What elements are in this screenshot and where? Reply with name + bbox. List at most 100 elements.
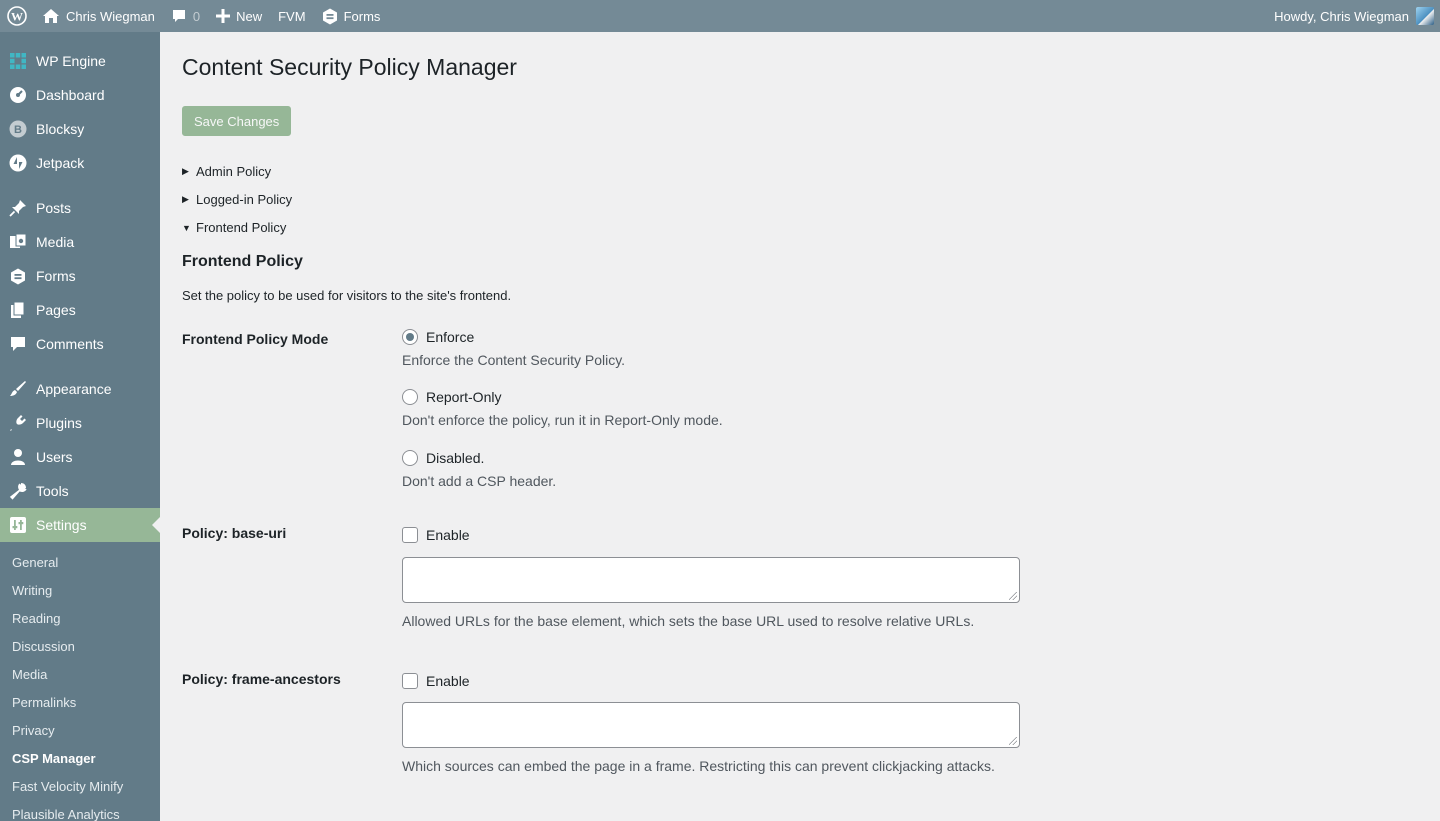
logged-in-policy-toggle[interactable]: ▶ Logged-in Policy (182, 186, 1440, 214)
sidebar-item-users[interactable]: Users (0, 440, 160, 474)
site-name-link[interactable]: Chris Wiegman (34, 0, 163, 32)
policy-base-uri-row: Policy: base-uri Enable Allowed URLs for… (182, 525, 1440, 629)
sidebar-item-posts[interactable]: Posts (0, 191, 160, 225)
svg-text:W: W (11, 10, 23, 24)
sidebar-item-label: Jetpack (36, 155, 85, 171)
forms-icon (322, 8, 338, 25)
sidebar-item-wp-engine[interactable]: WP Engine (0, 44, 160, 78)
sidebar-item-label: Media (36, 234, 75, 250)
admin-policy-toggle[interactable]: ▶ Admin Policy (182, 158, 1440, 186)
base-uri-enable[interactable]: Enable (402, 525, 1022, 545)
fvm-link[interactable]: FVM (270, 0, 313, 32)
submenu-item-writing[interactable]: Writing (0, 577, 160, 605)
sidebar-item-dashboard[interactable]: Dashboard (0, 78, 160, 112)
new-content-link[interactable]: New (208, 0, 270, 32)
wrench-icon (9, 482, 27, 500)
comment-bubble-icon (171, 8, 187, 24)
frame-ancestors-enable[interactable]: Enable (402, 671, 1022, 691)
settings-icon (9, 516, 27, 534)
summary-label: Admin Policy (196, 164, 272, 180)
summary-label: Logged-in Policy (196, 192, 293, 208)
pin-icon (9, 199, 27, 217)
sidebar-item-label: Appearance (36, 381, 112, 397)
submenu-item-permalinks[interactable]: Permalinks (0, 689, 160, 717)
submenu-item-discussion[interactable]: Discussion (0, 633, 160, 661)
sidebar-item-label: Comments (36, 336, 104, 352)
radio-label: Report-Only (426, 388, 502, 405)
admin-sidebar: WP Engine Dashboard B Blocksy Jetpack Po… (0, 32, 160, 821)
comment-icon (9, 335, 27, 353)
radio-option-report-only[interactable]: Report-Only (402, 387, 1022, 407)
forms-link[interactable]: Forms (314, 0, 389, 32)
submenu-item-general[interactable]: General (0, 549, 160, 577)
forms-icon (9, 267, 27, 285)
media-icon (9, 233, 27, 251)
sidebar-item-blocksy[interactable]: B Blocksy (0, 112, 160, 146)
sidebar-item-comments[interactable]: Comments (0, 327, 160, 361)
submenu-item-privacy[interactable]: Privacy (0, 717, 160, 745)
frame-ancestors-label: Policy: frame-ancestors (182, 670, 341, 687)
brush-icon (9, 380, 27, 398)
settings-submenu: General Writing Reading Discussion Media… (0, 542, 160, 821)
radio-label: Enforce (426, 328, 475, 345)
base-uri-description: Allowed URLs for the base element, which… (402, 612, 975, 629)
radio-description: Don't enforce the policy, run it in Repo… (402, 411, 723, 428)
frontend-policy-toggle[interactable]: ▼ Frontend Policy (182, 214, 1440, 242)
mode-label: Frontend Policy Mode (182, 330, 329, 347)
radio-button[interactable] (402, 328, 418, 345)
wordpress-icon: W (7, 6, 27, 26)
radio-option-enforce[interactable]: Enforce (402, 327, 1022, 347)
save-changes-button[interactable]: Save Changes (182, 105, 292, 136)
resize-handle[interactable] (1009, 591, 1017, 600)
pages-icon (9, 301, 27, 319)
radio-button[interactable] (402, 388, 418, 405)
base-uri-field: Enable Allowed URLs for the base element… (402, 525, 1022, 629)
triangle-right-icon: ▶ (182, 194, 189, 205)
forms-label: Forms (343, 8, 381, 24)
triangle-down-icon: ▼ (182, 222, 191, 233)
submenu-item-plausible-analytics[interactable]: Plausible Analytics (0, 801, 160, 821)
sidebar-item-media[interactable]: Media (0, 225, 160, 259)
new-label: New (236, 8, 263, 24)
wordpress-logo-button[interactable]: W (0, 0, 34, 32)
resize-handle[interactable] (1009, 736, 1017, 745)
svg-text:B: B (14, 124, 22, 136)
sidebar-item-label: Forms (36, 268, 76, 284)
sidebar-item-label: Posts (36, 200, 72, 216)
sidebar-item-appearance[interactable]: Appearance (0, 372, 160, 406)
sidebar-item-jetpack[interactable]: Jetpack (0, 146, 160, 180)
radio-button[interactable] (402, 449, 418, 466)
radio-option-disabled[interactable]: Disabled. (402, 448, 1022, 468)
frame-ancestors-textarea[interactable] (402, 701, 1020, 748)
comments-count: 0 (192, 8, 201, 24)
enable-checkbox[interactable] (402, 672, 418, 689)
plugin-icon (9, 414, 27, 432)
sidebar-item-plugins[interactable]: Plugins (0, 406, 160, 440)
frame-ancestors-description: Which sources can embed the page in a fr… (402, 757, 995, 774)
sidebar-item-label: Users (36, 449, 73, 465)
comments-link[interactable]: 0 (163, 0, 208, 32)
radio-label: Disabled. (426, 449, 485, 466)
submenu-item-fast-velocity-minify[interactable]: Fast Velocity Minify (0, 773, 160, 801)
base-uri-label: Policy: base-uri (182, 524, 287, 541)
radio-description: Don't add a CSP header. (402, 472, 557, 489)
submenu-item-media[interactable]: Media (0, 661, 160, 689)
mode-options: Enforce Enforce the Content Security Pol… (402, 327, 1022, 489)
checkbox-label: Enable (426, 672, 470, 689)
frame-ancestors-field: Enable Which sources can embed the page … (402, 671, 1022, 774)
submenu-item-csp-manager[interactable]: CSP Manager (0, 745, 160, 773)
admin-bar: W Chris Wiegman 0 New FVM Forms Howdy, C… (0, 0, 1440, 32)
avatar (1416, 7, 1434, 25)
sidebar-item-label: Settings (36, 517, 87, 533)
my-account-link[interactable]: Howdy, Chris Wiegman (1266, 0, 1434, 32)
sidebar-item-pages[interactable]: Pages (0, 293, 160, 327)
base-uri-textarea[interactable] (402, 556, 1020, 603)
sidebar-item-settings[interactable]: Settings (0, 508, 160, 542)
sidebar-item-label: Plugins (36, 415, 82, 431)
sidebar-item-forms[interactable]: Forms (0, 259, 160, 293)
blocksy-icon: B (9, 120, 27, 138)
enable-checkbox[interactable] (402, 526, 418, 543)
sidebar-item-tools[interactable]: Tools (0, 474, 160, 508)
submenu-item-reading[interactable]: Reading (0, 605, 160, 633)
fvm-label: FVM (278, 8, 306, 24)
